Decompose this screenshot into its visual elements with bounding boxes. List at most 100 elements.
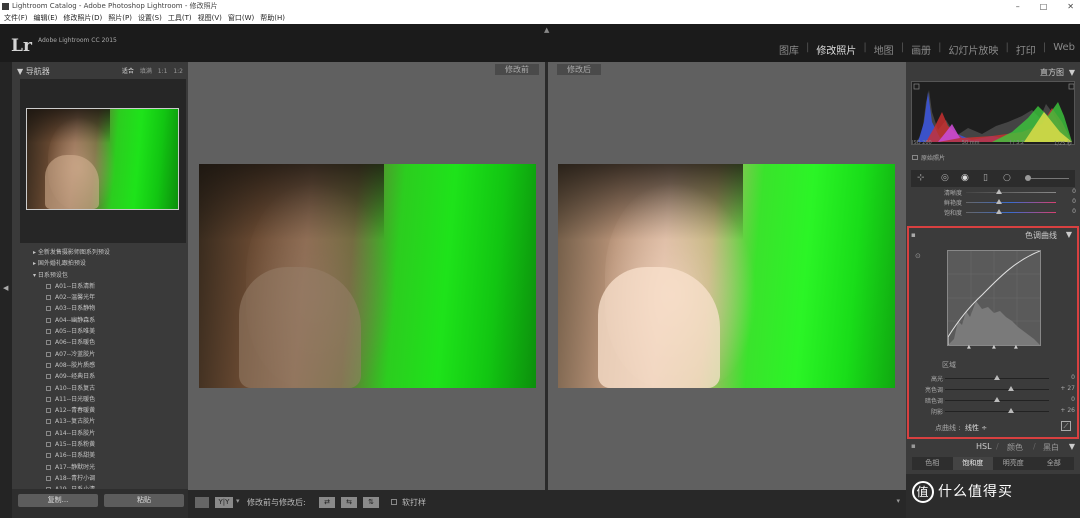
loupe-view-icon[interactable] <box>195 497 209 508</box>
module-slideshow[interactable]: 幻灯片放映 <box>943 42 1003 57</box>
preset-item[interactable]: A08--胶片质感 <box>12 360 188 371</box>
navigator-header[interactable]: ▼ 导航器 适合 填满 1:1 1:2 <box>17 66 187 78</box>
dropdown-icon[interactable]: ▾ <box>236 497 240 505</box>
original-photo-toggle[interactable]: 原始照片 <box>912 153 945 162</box>
radial-filter-icon[interactable]: ○ <box>1003 173 1011 183</box>
menu-edit[interactable]: 编辑(E) <box>34 13 58 24</box>
tone-slider[interactable]: 暗色调 0 <box>909 396 1080 405</box>
histogram[interactable] <box>911 81 1075 145</box>
preset-folder[interactable]: ▾ 日系预设包 <box>12 270 188 281</box>
module-map[interactable]: 地图 <box>869 42 899 57</box>
slider-knob[interactable] <box>994 397 1000 402</box>
hsl-header[interactable]: ▪ HSL / 颜色 / 黑白 ▼ <box>906 440 1080 453</box>
slider-knob[interactable] <box>994 375 1000 380</box>
preset-item[interactable]: A05--日系唯美 <box>12 326 188 337</box>
preset-item[interactable]: A09--经典日系 <box>12 371 188 382</box>
preset-item[interactable]: A10--日系复古 <box>12 383 188 394</box>
tab-saturation[interactable]: 饱和度 <box>952 457 993 470</box>
disclosure-icon[interactable]: ▼ <box>1066 230 1072 239</box>
color-tab[interactable]: 颜色 <box>1007 442 1023 453</box>
disclosure-icon[interactable]: ▼ <box>1069 442 1075 451</box>
slider-knob[interactable] <box>1007 386 1014 391</box>
preset-item[interactable]: A06--日系暖色 <box>12 337 188 348</box>
preset-item[interactable]: A17--静默时光 <box>12 462 188 473</box>
slider-value[interactable]: 0 <box>1049 374 1075 381</box>
brush-slider[interactable] <box>1025 178 1069 179</box>
preset-item[interactable]: A07--冷蓝胶片 <box>12 349 188 360</box>
tone-curve-graph[interactable] <box>947 250 1041 346</box>
preset-item[interactable]: A04--幽静森系 <box>12 315 188 326</box>
graduated-filter-icon[interactable]: ▯ <box>983 173 988 183</box>
slider-knob[interactable] <box>1007 408 1014 413</box>
tab-hue[interactable]: 色相 <box>912 457 953 470</box>
before-after-icon[interactable]: Y|Y <box>215 497 233 508</box>
tone-slider[interactable]: 高光 0 <box>909 374 1080 383</box>
module-develop[interactable]: 修改照片 <box>811 42 861 57</box>
point-curve-select[interactable]: 线性 ÷ <box>965 423 987 433</box>
preset-item[interactable]: A01--日系清新 <box>12 281 188 292</box>
collapse-left-icon[interactable]: ◀ <box>3 284 8 292</box>
menu-develop[interactable]: 修改照片(D) <box>63 13 102 24</box>
slider-saturation[interactable]: 饱和度 0 <box>906 208 1080 217</box>
collapse-top-icon[interactable]: ▲ <box>544 26 549 34</box>
panel-switch-icon[interactable]: ▪ <box>911 231 916 239</box>
menu-settings[interactable]: 设置(S) <box>138 13 162 24</box>
tab-luminance[interactable]: 明亮度 <box>993 457 1034 470</box>
slider-value[interactable]: 0 <box>1049 396 1075 403</box>
preset-folder[interactable]: ▸ 全新发售摄影师图系列预设 <box>12 247 188 258</box>
zoom-1-2[interactable]: 1:2 <box>173 68 183 75</box>
checkbox[interactable] <box>912 155 918 160</box>
tab-all[interactable]: 全部 <box>1034 457 1075 470</box>
preset-item[interactable]: A15--日系粉黄 <box>12 439 188 450</box>
copy-before-to-after-icon[interactable]: ⇄ <box>319 497 335 508</box>
module-web[interactable]: Web <box>1048 42 1080 57</box>
copy-after-to-before-icon[interactable]: ⇆ <box>341 497 357 508</box>
menu-window[interactable]: 窗口(W) <box>228 13 254 24</box>
slider-track[interactable] <box>945 411 1049 412</box>
slider-vibrance[interactable]: 鲜艳度 0 <box>906 198 1080 207</box>
brush-knob[interactable] <box>1025 175 1031 181</box>
slider-clarity[interactable]: 清晰度 0 <box>906 188 1080 197</box>
preset-item[interactable]: A18--青柠小调 <box>12 473 188 484</box>
menu-help[interactable]: 帮助(H) <box>260 13 285 24</box>
red-eye-icon[interactable]: ◉ <box>961 173 969 183</box>
histogram-header[interactable]: 直方图 ▼ <box>906 66 1080 79</box>
maximize-button[interactable]: □ <box>1040 0 1048 13</box>
slider-track[interactable] <box>945 389 1049 390</box>
preset-item[interactable]: A14--日系胶片 <box>12 428 188 439</box>
left-edge[interactable]: ◀ <box>0 62 12 518</box>
after-image[interactable] <box>558 164 895 388</box>
crop-icon[interactable]: ⊹ <box>917 173 925 183</box>
preset-item[interactable]: A02--温馨光年 <box>12 292 188 303</box>
paste-button[interactable]: 粘贴 <box>104 494 184 507</box>
zoom-fit[interactable]: 适合 <box>122 68 134 75</box>
tone-curve-title[interactable]: 色调曲线 <box>1025 230 1057 241</box>
softproof-checkbox[interactable] <box>391 499 397 505</box>
bw-tab[interactable]: 黑白 <box>1043 442 1059 453</box>
swap-icon[interactable]: ⇅ <box>363 497 379 508</box>
preset-item[interactable]: A03--日系静物 <box>12 303 188 314</box>
copy-button[interactable]: 复制... <box>18 494 98 507</box>
zoom-1-1[interactable]: 1:1 <box>158 68 168 75</box>
close-button[interactable]: ✕ <box>1067 0 1074 13</box>
menu-photo[interactable]: 照片(P) <box>108 13 132 24</box>
preset-folder[interactable]: ▸ 国外婚礼跟拍预设 <box>12 258 188 269</box>
edit-point-curve-icon[interactable]: ⟋ <box>1061 421 1071 431</box>
panel-switch-icon[interactable]: ▪ <box>911 442 916 450</box>
module-book[interactable]: 画册 <box>906 42 936 57</box>
navigator-thumbnail[interactable] <box>26 108 179 210</box>
preset-item[interactable]: A16--日系甜美 <box>12 450 188 461</box>
tone-slider[interactable]: 阴影 + 26 <box>909 407 1080 416</box>
menu-view[interactable]: 视图(V) <box>198 13 222 24</box>
menu-tools[interactable]: 工具(T) <box>168 13 192 24</box>
tone-slider[interactable]: 亮色调 + 27 <box>909 385 1080 394</box>
before-image[interactable] <box>199 164 536 388</box>
hsl-tab[interactable]: HSL <box>976 442 992 451</box>
target-adjust-icon[interactable]: ⊙ <box>915 252 921 260</box>
preset-item[interactable]: A11--日光暖色 <box>12 394 188 405</box>
slider-value[interactable]: + 27 <box>1049 385 1075 392</box>
minimize-button[interactable]: – <box>1016 0 1020 13</box>
spot-removal-icon[interactable]: ◎ <box>941 173 949 183</box>
module-print[interactable]: 打印 <box>1011 42 1041 57</box>
toolbar-menu-icon[interactable]: ▾ <box>896 497 900 505</box>
